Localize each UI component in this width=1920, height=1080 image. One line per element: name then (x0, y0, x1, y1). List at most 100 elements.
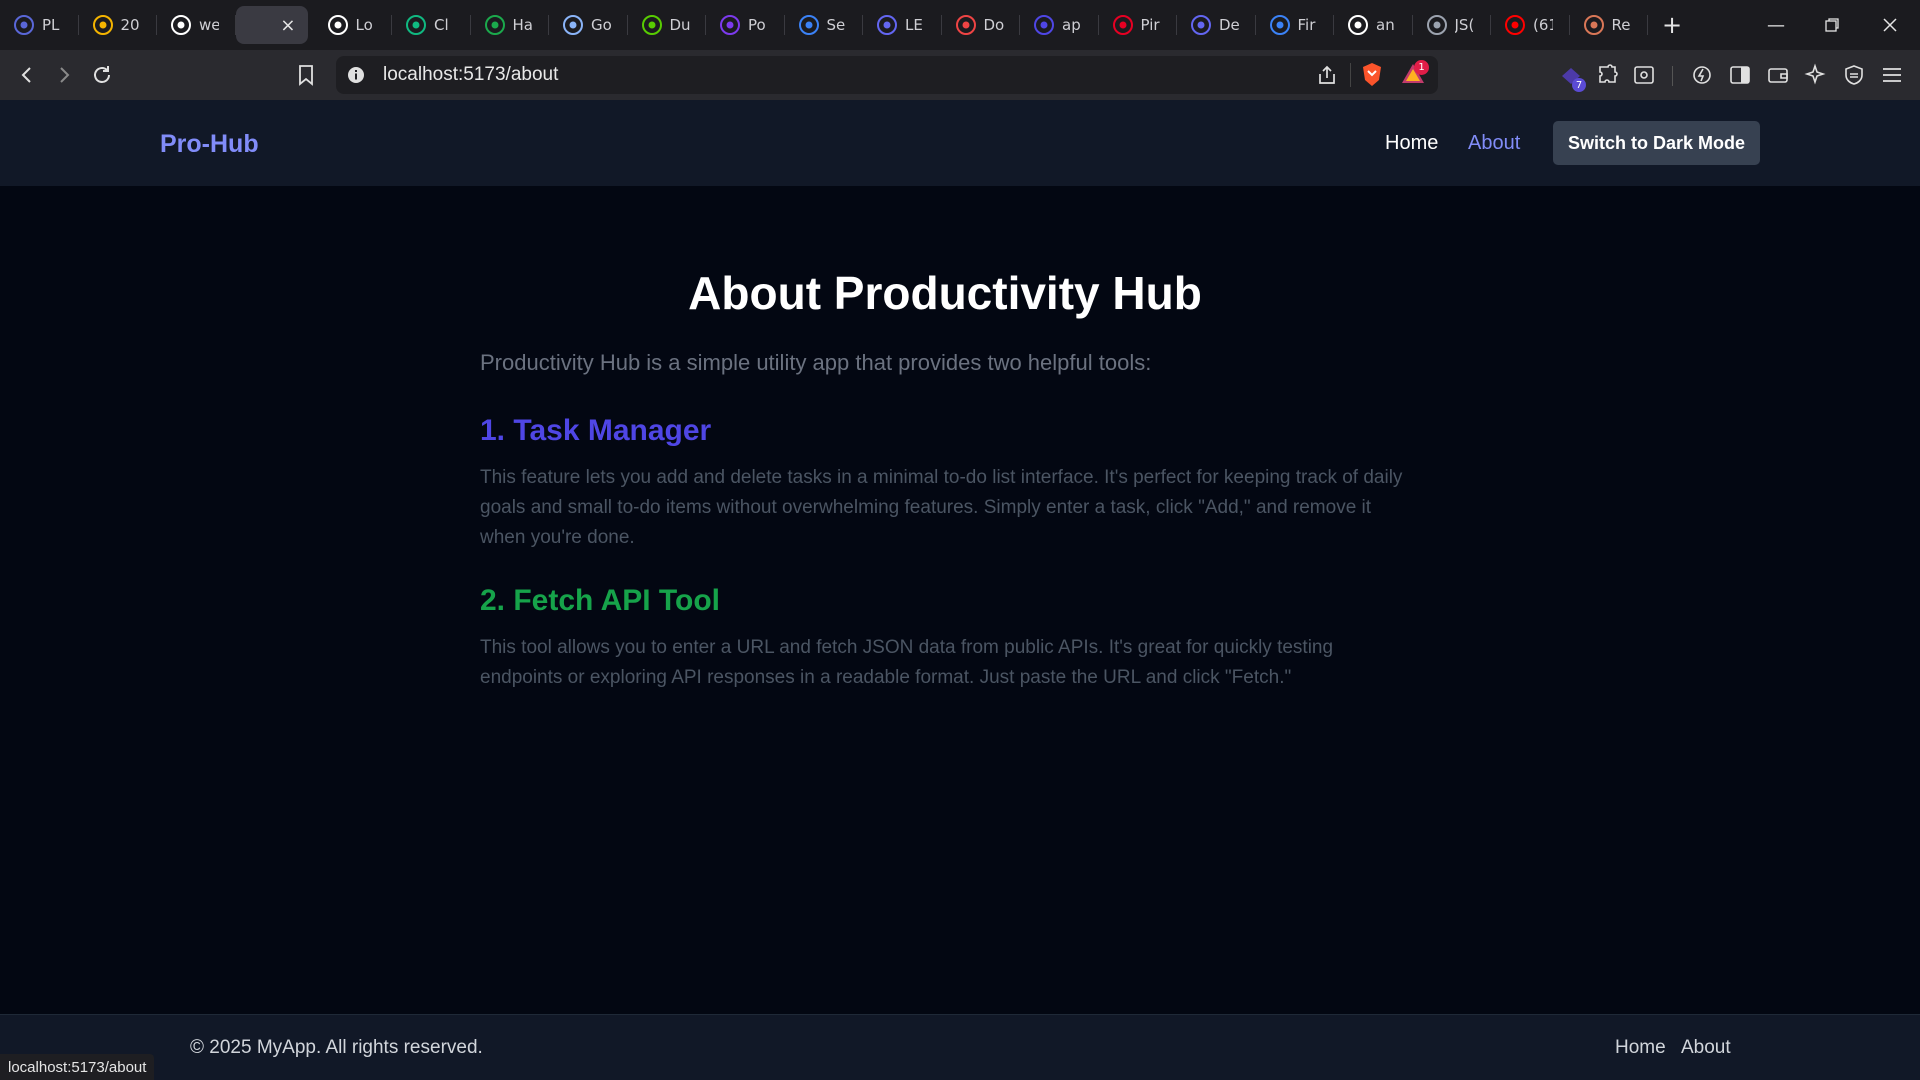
claude-icon (1583, 15, 1604, 35)
pinterest-icon (1112, 15, 1133, 35)
back-icon[interactable] (9, 57, 45, 93)
browser-tab[interactable]: Se (785, 0, 864, 50)
tab-title: Re (1611, 16, 1631, 34)
duolingo-icon (641, 15, 662, 35)
browser-tab[interactable]: Lo (314, 0, 393, 50)
task-manager-description: This feature lets you add and delete tas… (480, 467, 1403, 548)
wallet-icon[interactable] (1762, 59, 1794, 91)
new-tab-button[interactable]: + (1652, 0, 1692, 50)
browser-tab[interactable]: (61 (1491, 0, 1570, 50)
browser-tab[interactable]: De (1177, 0, 1256, 50)
dev-icon (1191, 15, 1211, 35)
browser-tab[interactable]: an (1334, 0, 1413, 50)
browser-tab[interactable]: Fir (1256, 0, 1335, 50)
puzzle-icon[interactable] (1592, 59, 1624, 91)
prisma-icon (14, 15, 34, 35)
nav-about-link[interactable]: About (1468, 132, 1520, 155)
google-icon (563, 15, 583, 35)
page-title: About Productivity Hub (688, 267, 1202, 319)
fetch-api-heading: 2. Fetch API Tool (480, 584, 721, 617)
brave-rewards-icon[interactable]: 1 (1400, 60, 1430, 90)
json-icon (1426, 15, 1447, 35)
site-info-icon[interactable] (346, 65, 366, 89)
browser-tab[interactable]: Pir (1099, 0, 1178, 50)
tab-title: LE (905, 16, 923, 34)
tab-title: JS( (1454, 16, 1475, 34)
divider (1672, 66, 1673, 86)
url-text: localhost:5173/about (383, 64, 559, 85)
brave-shields-icon[interactable] (1360, 62, 1384, 92)
footer-about-link[interactable]: About (1681, 1037, 1731, 1059)
sidebar-icon[interactable] (1724, 59, 1756, 91)
forward-icon[interactable] (46, 57, 82, 93)
link-status-bar: localhost:5173/about (0, 1054, 155, 1080)
address-bar[interactable]: localhost:5173/about 1 (336, 56, 1438, 94)
tab-title: PL (42, 16, 60, 34)
minimize-icon[interactable]: — (1748, 0, 1804, 50)
navbar: Pro-Hub Home About Switch to Dark Mode (0, 100, 1920, 186)
main-content: About Productivity Hub Productivity Hub … (0, 186, 1920, 1014)
github-icon (1348, 15, 1368, 35)
browser-tab[interactable]: JS( (1413, 0, 1492, 50)
browser-tab[interactable]: Cl (392, 0, 471, 50)
leo-icon[interactable] (1686, 59, 1718, 91)
tab-title: Fir (1297, 16, 1316, 34)
footer-home-link[interactable]: Home (1615, 1037, 1666, 1059)
le-icon (877, 15, 897, 35)
share-icon[interactable] (1316, 64, 1338, 90)
divider (1350, 63, 1351, 87)
tab-title: Lo (355, 16, 373, 34)
tab-title: Ha (512, 16, 533, 34)
close-tab-icon[interactable]: × (280, 15, 295, 36)
browser-tab[interactable]: PL (0, 0, 79, 50)
drive-icon (92, 15, 113, 35)
extension-badge-count: 7 (1572, 78, 1586, 92)
tab-title: Cl (434, 16, 449, 34)
tab-title: Pir (1140, 16, 1160, 34)
reload-icon[interactable] (84, 57, 120, 93)
tab-strip: PL 20 we × Lo Cl Ha Go Du Po Se LE Do ap Pir De Fir an JS(… (0, 0, 1920, 50)
intro-text: Productivity Hub is a simple utility app… (480, 350, 1152, 375)
fetch-api-description: This tool allows you to enter a URL and … (480, 637, 1334, 688)
bookmark-icon[interactable] (288, 57, 324, 93)
browser-tab[interactable]: Du (628, 0, 707, 50)
tab-title: an (1376, 16, 1395, 34)
extension-badge-icon[interactable]: 7 (1556, 61, 1588, 93)
tab-title: (61 (1533, 16, 1553, 34)
browser-tab[interactable]: ap (1020, 0, 1099, 50)
mongodb-icon (406, 15, 426, 35)
tab-title: Du (669, 16, 690, 34)
tab-title: we (199, 16, 219, 34)
rewards-badge: 1 (1414, 60, 1429, 75)
tab-title: De (1219, 16, 1239, 34)
close-window-icon[interactable] (1862, 0, 1918, 50)
tab-title: Go (591, 16, 611, 34)
brand-logo[interactable]: Pro-Hub (160, 130, 259, 159)
tab-title: Se (826, 16, 846, 34)
menu-icon[interactable] (1876, 59, 1908, 91)
b-icon (720, 15, 740, 35)
browser-tab[interactable]: Re (1570, 0, 1649, 50)
restore-icon[interactable] (1804, 0, 1860, 50)
browser-tab[interactable]: Go (549, 0, 628, 50)
youtube-icon (1505, 15, 1525, 35)
heart-icon (955, 15, 976, 35)
browser-tab[interactable]: Po (706, 0, 785, 50)
tab-title: Do (983, 16, 1004, 34)
browser-tab[interactable]: Ha (471, 0, 550, 50)
c-icon (798, 15, 819, 35)
browser-tab[interactable]: × (235, 6, 308, 44)
nav-home-link[interactable]: Home (1385, 132, 1438, 155)
browser-tab[interactable]: we (157, 0, 236, 50)
p-icon (1034, 15, 1054, 35)
tab-title: 20 (120, 16, 140, 34)
browser-tab[interactable]: LE (863, 0, 942, 50)
vpn-shield-icon[interactable] (1838, 59, 1870, 91)
browser-tab[interactable]: Do (942, 0, 1021, 50)
ai-sparkle-icon[interactable] (1800, 59, 1832, 91)
footer: © 2025 MyApp. All rights reserved. Home … (0, 1014, 1920, 1080)
screenshot-icon[interactable] (1628, 59, 1660, 91)
browser-tab[interactable]: 20 (79, 0, 158, 50)
theme-toggle-button[interactable]: Switch to Dark Mode (1553, 121, 1760, 165)
tab-title: ap (1062, 16, 1081, 34)
